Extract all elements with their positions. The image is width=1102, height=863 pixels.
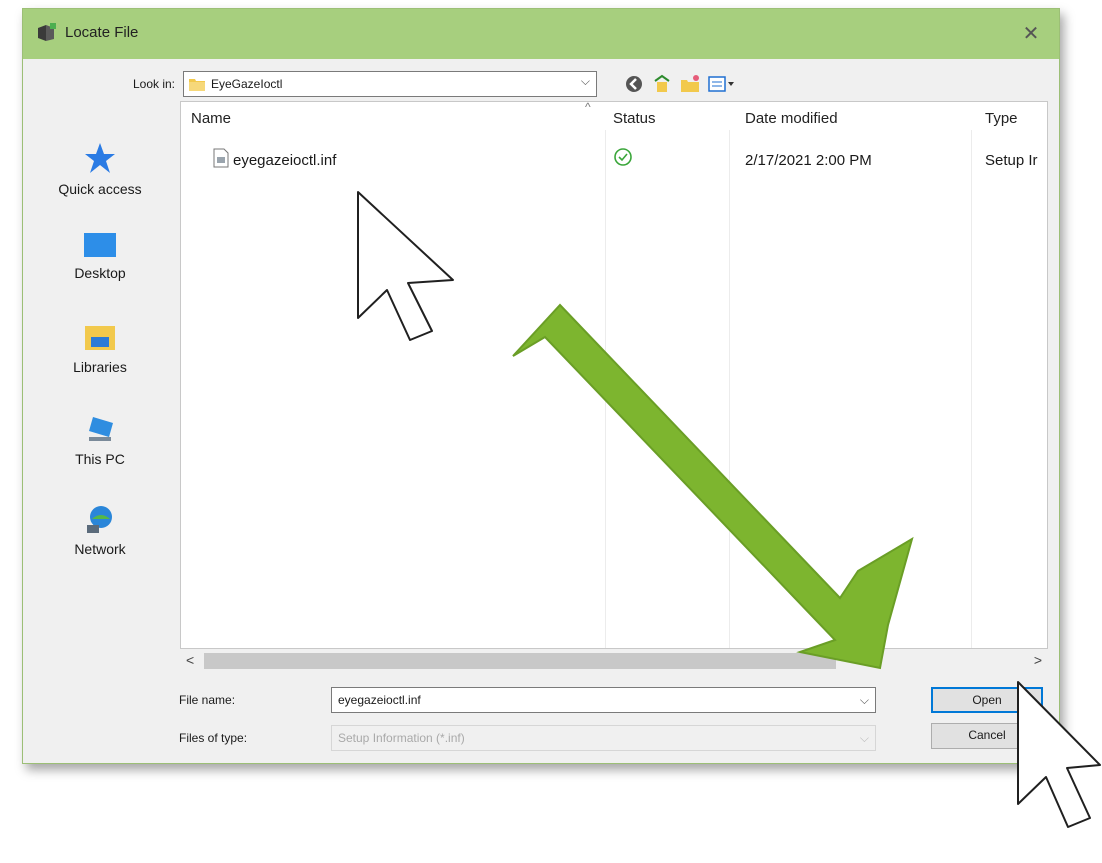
view-menu-icon[interactable] — [707, 73, 737, 95]
quick-access-icon — [85, 143, 115, 173]
place-label: Libraries — [73, 359, 127, 375]
date-modified-cell: 2/17/2021 2:00 PM — [745, 152, 872, 169]
column-divider — [605, 130, 606, 648]
column-header-status[interactable]: Status — [613, 110, 656, 127]
place-this-pc[interactable]: This PC — [35, 413, 165, 493]
sort-indicator-icon: ^ — [585, 101, 591, 114]
locate-file-dialog: Locate File ✕ Look in: EyeGazeIoctl ⌵ Qu… — [22, 8, 1060, 764]
file-name-field[interactable]: eyegazeioctl.inf ⌵ — [331, 687, 876, 713]
scrollbar-thumb[interactable] — [204, 653, 836, 669]
up-folder-icon[interactable] — [651, 73, 673, 95]
chevron-down-icon: ⌵ — [859, 731, 869, 745]
horizontal-scrollbar[interactable]: < > — [180, 649, 1048, 673]
title-bar: Locate File ✕ — [23, 9, 1059, 59]
scroll-right-icon[interactable]: > — [1034, 652, 1042, 668]
place-label: Desktop — [74, 265, 126, 281]
desktop-icon — [84, 233, 116, 257]
files-of-type-label: Files of type: — [179, 731, 248, 745]
column-divider — [729, 130, 730, 648]
open-button[interactable]: Open — [931, 687, 1043, 713]
look-in-value: EyeGazeIoctl — [211, 77, 283, 91]
files-of-type-select[interactable]: Setup Information (*.inf) ⌵ — [331, 725, 876, 751]
column-header-date-modified[interactable]: Date modified — [745, 110, 838, 127]
place-label: Network — [74, 541, 126, 557]
sync-status-check-icon — [614, 148, 632, 166]
folder-icon — [189, 79, 205, 91]
look-in-label: Look in: — [132, 77, 175, 91]
file-name-cell[interactable]: eyegazeioctl.inf — [233, 152, 336, 169]
file-list[interactable]: ^ Name Status Date modified Type eyegaze… — [180, 101, 1048, 649]
look-in-combobox[interactable]: EyeGazeIoctl ⌵ — [183, 71, 597, 97]
back-icon[interactable] — [623, 73, 645, 95]
new-folder-icon[interactable] — [679, 73, 701, 95]
place-network[interactable]: Network — [35, 503, 165, 583]
type-cell: Setup Ir — [985, 152, 1038, 169]
network-icon — [87, 506, 112, 533]
place-label: This PC — [75, 451, 125, 467]
place-desktop[interactable]: Desktop — [35, 231, 165, 311]
place-libraries[interactable]: Libraries — [35, 323, 165, 403]
inf-file-icon — [213, 148, 229, 168]
place-label: Quick access — [58, 181, 142, 197]
cancel-button[interactable]: Cancel — [931, 723, 1043, 749]
chevron-down-icon[interactable]: ⌵ — [860, 693, 869, 708]
app-icon — [38, 23, 56, 41]
place-quick-access[interactable]: Quick access — [35, 141, 165, 221]
places-bar: Quick access Desktop Libraries This PC N… — [35, 101, 165, 731]
column-header-name[interactable]: Name — [191, 110, 231, 127]
chevron-down-icon: ⌵ — [580, 74, 590, 88]
column-divider — [971, 130, 972, 648]
close-button[interactable]: ✕ — [1017, 20, 1045, 48]
file-name-label: File name: — [179, 693, 236, 707]
window-title: Locate File — [65, 24, 139, 41]
this-pc-icon — [89, 417, 113, 441]
column-header-type[interactable]: Type — [985, 110, 1018, 127]
scroll-left-icon[interactable]: < — [186, 652, 194, 668]
file-name-value: eyegazeioctl.inf — [338, 693, 421, 707]
libraries-icon — [85, 326, 115, 350]
files-of-type-value: Setup Information (*.inf) — [338, 731, 465, 745]
